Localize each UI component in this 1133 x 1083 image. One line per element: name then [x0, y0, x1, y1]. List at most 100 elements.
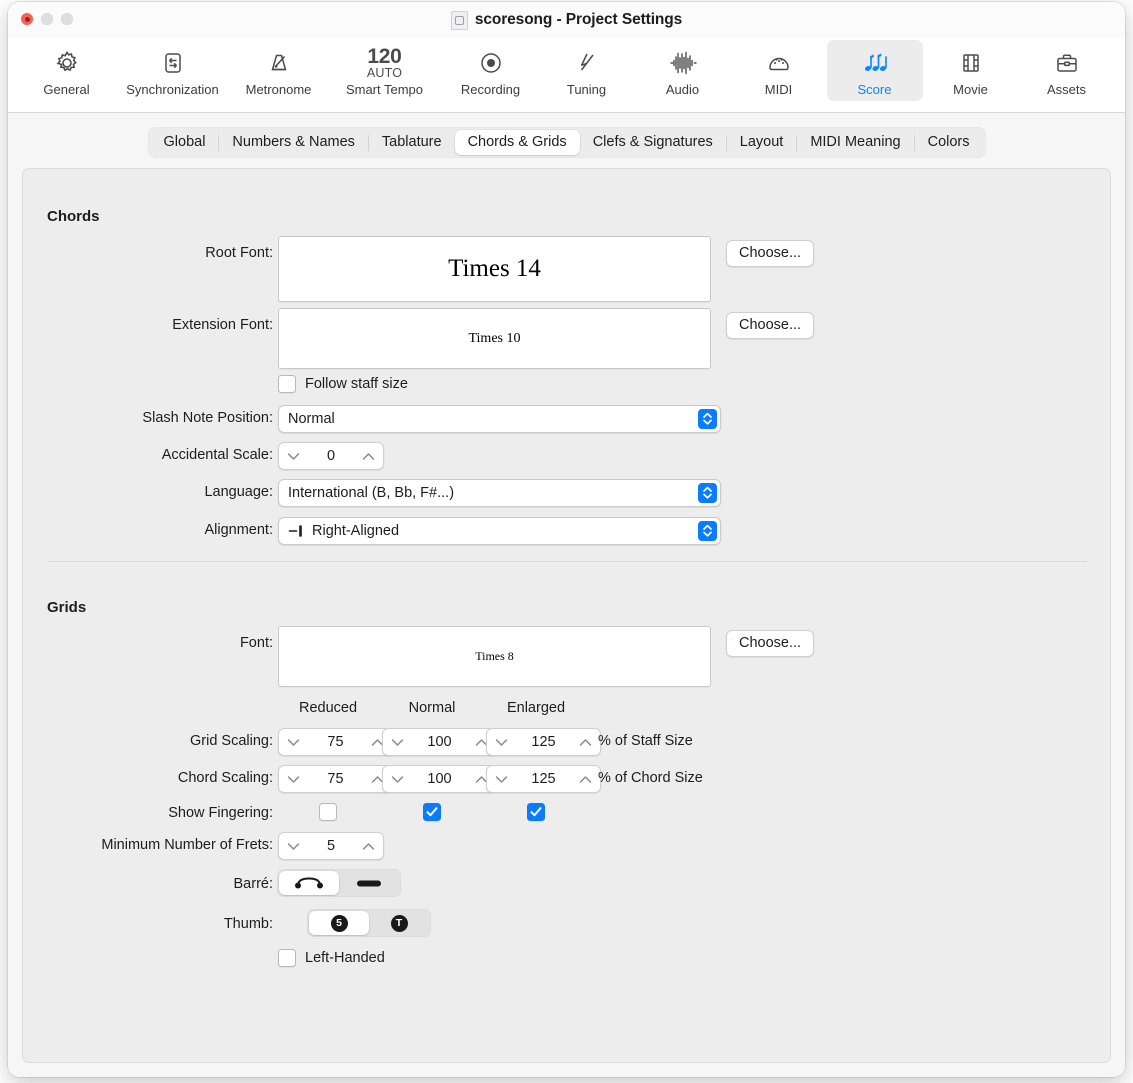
language-popup[interactable]: International (B, Bb, F#...) — [278, 479, 721, 507]
grid-font-preview[interactable]: Times 8 — [278, 626, 711, 687]
grids-section-title: Grids — [47, 599, 86, 616]
slash-note-position-popup[interactable]: Normal — [278, 405, 721, 433]
stepper-down-icon[interactable] — [495, 738, 508, 747]
left-handed-checkbox[interactable] — [278, 949, 296, 967]
grid-scaling-enlarged-stepper[interactable]: 125 — [486, 728, 601, 756]
column-header-normal: Normal — [380, 700, 484, 716]
grid-font-choose-button[interactable]: Choose... — [726, 630, 814, 657]
tuning-fork-icon — [573, 45, 601, 81]
toolbar-item-metronome[interactable]: Metronome — [231, 40, 327, 101]
grid-scaling-reduced-value: 75 — [300, 734, 371, 750]
tab-group: Global Numbers & Names Tablature Chords … — [148, 127, 986, 158]
chord-scaling-reduced-stepper[interactable]: 75 — [278, 765, 393, 793]
follow-staff-size-row[interactable]: Follow staff size — [278, 375, 408, 393]
tempo-mode: AUTO — [367, 67, 402, 80]
minimize-button[interactable] — [41, 13, 53, 25]
toolbar-label: Tuning — [567, 82, 606, 97]
zoom-button[interactable] — [61, 13, 73, 25]
chord-scaling-enlarged-value: 125 — [508, 771, 579, 787]
waveform-icon — [668, 45, 698, 81]
toolbar-item-score[interactable]: Score — [827, 40, 923, 101]
tab-clefs-and-signatures[interactable]: Clefs & Signatures — [580, 130, 726, 155]
tab-global[interactable]: Global — [151, 130, 219, 155]
language-label: Language: — [153, 484, 273, 500]
chevron-updown-icon[interactable] — [698, 483, 717, 503]
tab-tablature[interactable]: Tablature — [369, 130, 455, 155]
stepper-down-icon[interactable] — [287, 452, 300, 461]
toolbar-label: Smart Tempo — [346, 82, 423, 97]
stepper-up-icon[interactable] — [362, 842, 375, 851]
follow-staff-size-checkbox[interactable] — [278, 375, 296, 393]
toolbar-item-tuning[interactable]: Tuning — [539, 40, 635, 101]
toolbar-label: Movie — [953, 82, 988, 97]
column-header-enlarged: Enlarged — [484, 700, 588, 716]
root-font-preview[interactable]: Times 14 — [278, 236, 711, 302]
title-container: scoresong - Project Settings — [8, 11, 1125, 30]
toolbar-label: Audio — [666, 82, 699, 97]
stepper-down-icon[interactable] — [287, 775, 300, 784]
toolbar-item-general[interactable]: General — [19, 40, 115, 101]
toolbar-label: Score — [858, 82, 892, 97]
toolbar-item-smart-tempo[interactable]: 120 AUTO Smart Tempo — [327, 40, 443, 101]
toolbar-item-movie[interactable]: Movie — [923, 40, 1019, 101]
toolbar-item-audio[interactable]: Audio — [635, 40, 731, 101]
root-font-choose-button[interactable]: Choose... — [726, 240, 814, 267]
accidental-scale-stepper[interactable]: 0 — [278, 442, 384, 470]
chord-scaling-enlarged-stepper[interactable]: 125 — [486, 765, 601, 793]
toolbar-item-midi[interactable]: MIDI — [731, 40, 827, 101]
show-fingering-normal-checkbox[interactable] — [423, 803, 441, 821]
tab-colors[interactable]: Colors — [915, 130, 983, 155]
barre-bar-icon[interactable] — [339, 871, 399, 895]
tab-chords-and-grids[interactable]: Chords & Grids — [455, 130, 580, 155]
tab-midi-meaning[interactable]: MIDI Meaning — [797, 130, 913, 155]
barre-label: Barré: — [153, 876, 273, 892]
stepper-down-icon[interactable] — [495, 775, 508, 784]
stepper-up-icon[interactable] — [579, 738, 592, 747]
grid-scaling-reduced-stepper[interactable]: 75 — [278, 728, 393, 756]
toolbar-item-synchronization[interactable]: Synchronization — [115, 40, 231, 101]
chords-section-title: Chords — [47, 208, 100, 225]
extension-font-choose-button[interactable]: Choose... — [726, 312, 814, 339]
language-value: International (B, Bb, F#...) — [288, 485, 454, 501]
barre-segmented-control[interactable] — [277, 869, 401, 897]
show-fingering-reduced-checkbox[interactable] — [319, 803, 337, 821]
stepper-down-icon[interactable] — [391, 775, 404, 784]
toolbar-label: Recording — [461, 82, 520, 97]
thumb-option-label: 5 — [331, 915, 348, 932]
settings-content-panel: Chords Root Font: Times 14 Choose... Ext… — [22, 168, 1111, 1063]
thumb-letter-t-icon[interactable]: T — [369, 911, 429, 935]
chord-scaling-normal-stepper[interactable]: 100 — [382, 765, 497, 793]
grid-scaling-normal-stepper[interactable]: 100 — [382, 728, 497, 756]
grid-font-label: Font: — [193, 635, 273, 651]
notes-icon — [860, 45, 890, 81]
tab-layout[interactable]: Layout — [727, 130, 797, 155]
stepper-up-icon[interactable] — [362, 452, 375, 461]
stepper-down-icon[interactable] — [287, 738, 300, 747]
thumb-number-5-icon[interactable]: 5 — [309, 911, 369, 935]
thumb-segmented-control[interactable]: 5 T — [307, 909, 431, 937]
stepper-down-icon[interactable] — [391, 738, 404, 747]
tempo-value: 120 — [367, 47, 401, 67]
tab-numbers-and-names[interactable]: Numbers & Names — [219, 130, 367, 155]
barre-arc-icon[interactable] — [279, 871, 339, 895]
show-fingering-enlarged-checkbox[interactable] — [527, 803, 545, 821]
window-title: scoresong - Project Settings — [475, 11, 682, 29]
root-font-label: Root Font: — [143, 245, 273, 261]
toolbar-item-assets[interactable]: Assets — [1019, 40, 1115, 101]
stepper-down-icon[interactable] — [287, 842, 300, 851]
titlebar: scoresong - Project Settings — [8, 2, 1125, 38]
left-handed-label: Left-Handed — [305, 950, 385, 966]
minimum-frets-stepper[interactable]: 5 — [278, 832, 384, 860]
toolbar-item-recording[interactable]: Recording — [443, 40, 539, 101]
chevron-updown-icon[interactable] — [698, 521, 717, 541]
left-handed-row[interactable]: Left-Handed — [278, 949, 385, 967]
document-icon — [451, 11, 468, 30]
gear-icon — [53, 45, 81, 81]
toolbar-label: Metronome — [246, 82, 312, 97]
extension-font-preview[interactable]: Times 10 — [278, 308, 711, 369]
chevron-updown-icon[interactable] — [698, 409, 717, 429]
close-button[interactable] — [21, 13, 33, 25]
alignment-popup[interactable]: Right-Aligned — [278, 517, 721, 545]
stepper-up-icon[interactable] — [579, 775, 592, 784]
record-icon — [477, 45, 505, 81]
